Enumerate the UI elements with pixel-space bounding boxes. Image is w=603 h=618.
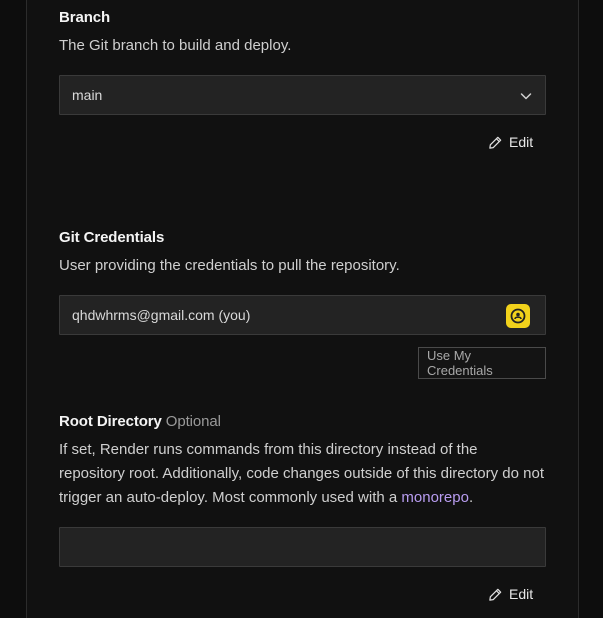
git-credentials-value: qhdwhrms@gmail.com (you): [72, 307, 251, 323]
branch-edit-button[interactable]: Edit: [488, 134, 533, 150]
branch-select[interactable]: main: [59, 75, 546, 115]
use-my-credentials-button[interactable]: Use My Credentials: [418, 347, 546, 379]
branch-label: Branch: [59, 9, 111, 26]
root-directory-description-end: .: [468, 489, 474, 506]
optional-label: Optional: [165, 413, 221, 430]
git-credentials-label: Git Credentials: [59, 229, 165, 246]
root-directory-input[interactable]: [59, 527, 546, 567]
git-credentials-select[interactable]: qhdwhrms@gmail.com (you): [59, 295, 546, 335]
root-directory-edit-label: Edit: [509, 586, 534, 602]
root-directory-description: If set, Render runs commands from this d…: [59, 438, 546, 510]
avatar-icon: [510, 308, 526, 324]
branch-edit-label: Edit: [509, 134, 534, 150]
root-directory-label: Root Directory Optional: [59, 413, 221, 430]
branch-description: The Git branch to build and deploy.: [59, 37, 292, 54]
pencil-icon: [489, 136, 502, 149]
chevron-down-icon: [520, 93, 532, 100]
branch-selected-value: main: [72, 87, 103, 103]
monorepo-link[interactable]: monorepo: [401, 489, 469, 506]
git-credentials-description: User providing the credentials to pull t…: [59, 257, 400, 274]
user-avatar: [506, 304, 530, 328]
root-directory-title: Root Directory: [59, 413, 162, 430]
root-directory-edit-button[interactable]: Edit: [488, 586, 533, 602]
pencil-icon: [489, 588, 502, 601]
